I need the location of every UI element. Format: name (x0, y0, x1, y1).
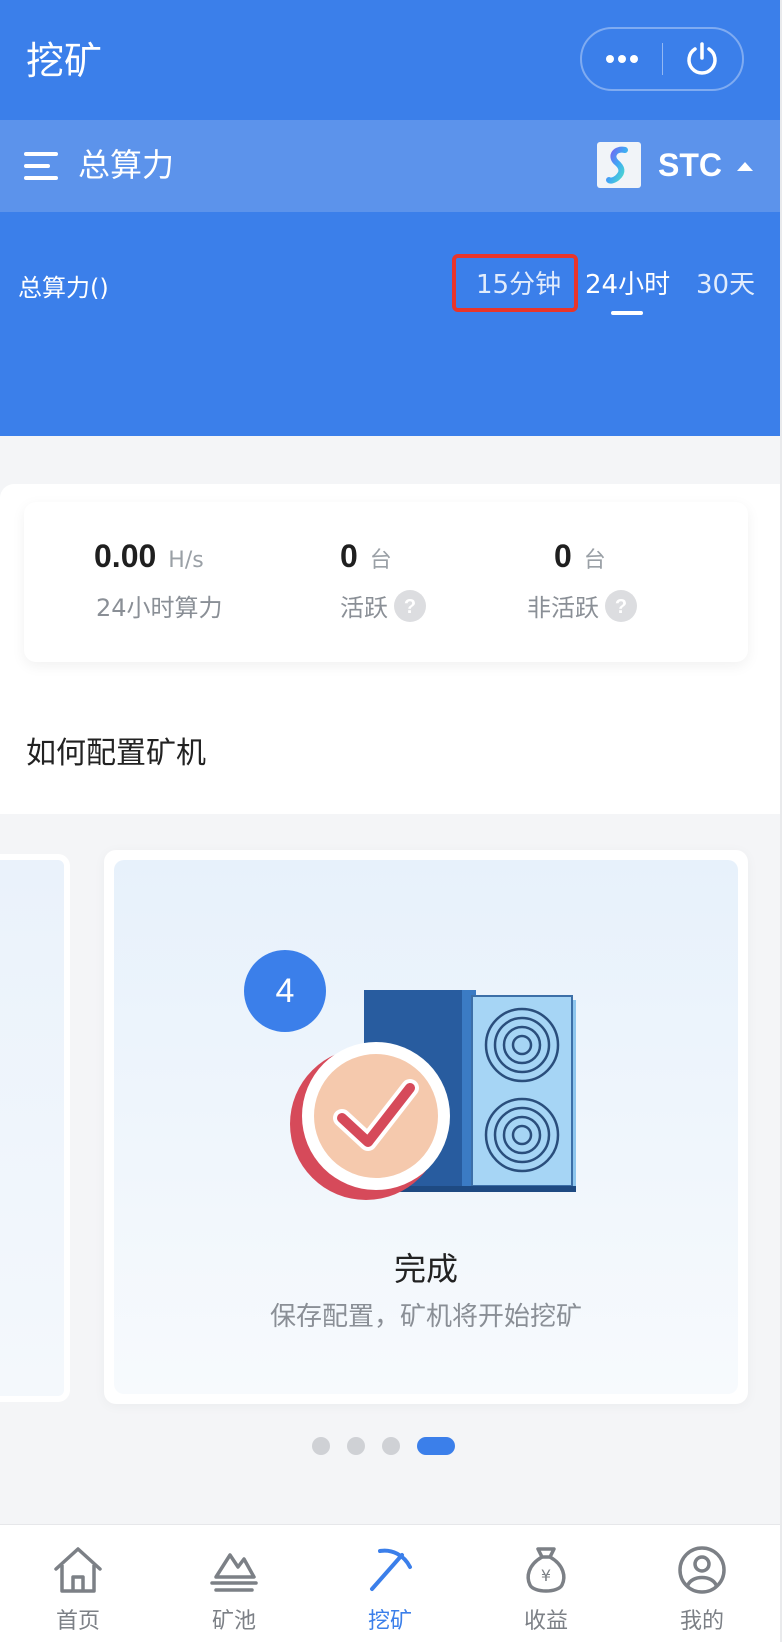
stat-value: 0.00 (94, 538, 157, 574)
svg-text:?: ? (404, 596, 416, 618)
tab-label: 我的 (679, 1609, 724, 1634)
stat-unit: 台 (369, 548, 392, 573)
stat-label-active: 活跃 ? (340, 588, 426, 623)
guide-section-title: 如何配置矿机 (26, 736, 206, 771)
close-button[interactable] (663, 29, 743, 89)
stat-label: 24小时算力 (96, 594, 223, 622)
slide-illustration-area: 4 完成 保存配置，矿机将开始挖矿 (114, 860, 738, 1394)
page-title: 挖矿 (26, 39, 103, 83)
svg-text:¥: ¥ (541, 1566, 551, 1585)
coin-symbol[interactable]: STC (658, 144, 722, 186)
hashrate-title: 总算力() (18, 274, 109, 302)
pagination-dot-active[interactable] (417, 1437, 455, 1455)
pagination-dot[interactable] (312, 1437, 330, 1455)
range-tab-24h[interactable]: 24小时 (585, 268, 670, 302)
tab-earnings[interactable]: ¥ 收益 (468, 1525, 624, 1642)
miner-complete-illustration (290, 990, 576, 1200)
stat-unit: H/s (168, 548, 204, 573)
power-icon (687, 42, 717, 75)
hashrate-selector-bar: 总算力 STC (0, 120, 780, 212)
mini-program-capsule (580, 27, 744, 91)
guide-slide[interactable]: 4 完成 保存配置，矿机将开始挖矿 (104, 850, 748, 1404)
stats-summary: 0.00 H/s 24小时算力 0台 活跃 ? 0台 非活跃 ? (24, 502, 748, 662)
stat-value: 0 (554, 538, 572, 574)
more-button[interactable] (582, 29, 662, 89)
stat-inactive: 0台 (554, 538, 606, 575)
stat-hashrate: 0.00 H/s (94, 538, 204, 575)
pagination-dot[interactable] (382, 1437, 400, 1455)
stat-value: 0 (340, 538, 358, 574)
tab-profile[interactable]: 我的 (624, 1525, 780, 1642)
stat-unit: 台 (583, 548, 606, 573)
stat-active: 0台 (340, 538, 392, 575)
stat-label-inactive: 非活跃 ? (527, 588, 637, 623)
selector-title[interactable]: 总算力 (78, 144, 174, 186)
step-description: 保存配置，矿机将开始挖矿 (269, 1302, 582, 1332)
tab-home[interactable]: 首页 (0, 1525, 156, 1642)
previous-slide[interactable] (0, 854, 70, 1402)
step-title: 完成 (393, 1250, 458, 1288)
app-bar: 挖矿 (0, 0, 780, 120)
caret-up-icon[interactable] (736, 160, 754, 172)
more-dots-icon (605, 55, 638, 63)
bottom-tab-bar: 首页 矿池 挖矿 ¥ 收益 我的 (0, 1524, 780, 1642)
tab-label: 收益 (523, 1609, 568, 1634)
pool-icon (210, 1553, 258, 1592)
home-icon (54, 1547, 102, 1593)
help-icon[interactable]: ? (394, 589, 426, 622)
menu-icon[interactable] (24, 152, 60, 180)
tab-label: 挖矿 (367, 1609, 412, 1634)
svg-text:?: ? (615, 596, 627, 618)
stat-label: 活跃 (340, 594, 388, 622)
stat-label: 非活跃 (527, 594, 599, 622)
coin-logo[interactable] (597, 142, 641, 188)
tab-pool[interactable]: 矿池 (156, 1525, 312, 1642)
pickaxe-icon (370, 1548, 412, 1591)
carousel-pagination (0, 1434, 780, 1455)
range-tab-30d[interactable]: 30天 (696, 268, 755, 302)
pagination-dot[interactable] (347, 1437, 365, 1455)
step-number-badge: 4 (244, 950, 326, 1032)
mining-page: 挖矿 总算力 STC 总算力() 15分钟 24小时 30天 0.00 H/s … (0, 0, 782, 1642)
stats-card: 0.00 H/s 24小时算力 0台 活跃 ? 0台 非活跃 ? 如何配置矿机 (0, 484, 780, 814)
stat-label-hashrate: 24小时算力 (96, 588, 223, 623)
hashrate-chart-panel: 总算力() 15分钟 24小时 30天 (0, 212, 780, 436)
highlight-box (452, 254, 578, 312)
guide-carousel[interactable]: 4 完成 保存配置，矿机将开始挖矿 (0, 814, 780, 1524)
range-active-indicator (611, 311, 643, 315)
tab-label: 矿池 (211, 1609, 256, 1634)
coin-logo-icon (606, 146, 628, 184)
money-bag-icon: ¥ (526, 1547, 566, 1593)
tab-label: 首页 (55, 1609, 100, 1634)
help-icon[interactable]: ? (605, 589, 637, 622)
user-icon (678, 1546, 726, 1594)
tab-mining[interactable]: 挖矿 (312, 1525, 468, 1642)
